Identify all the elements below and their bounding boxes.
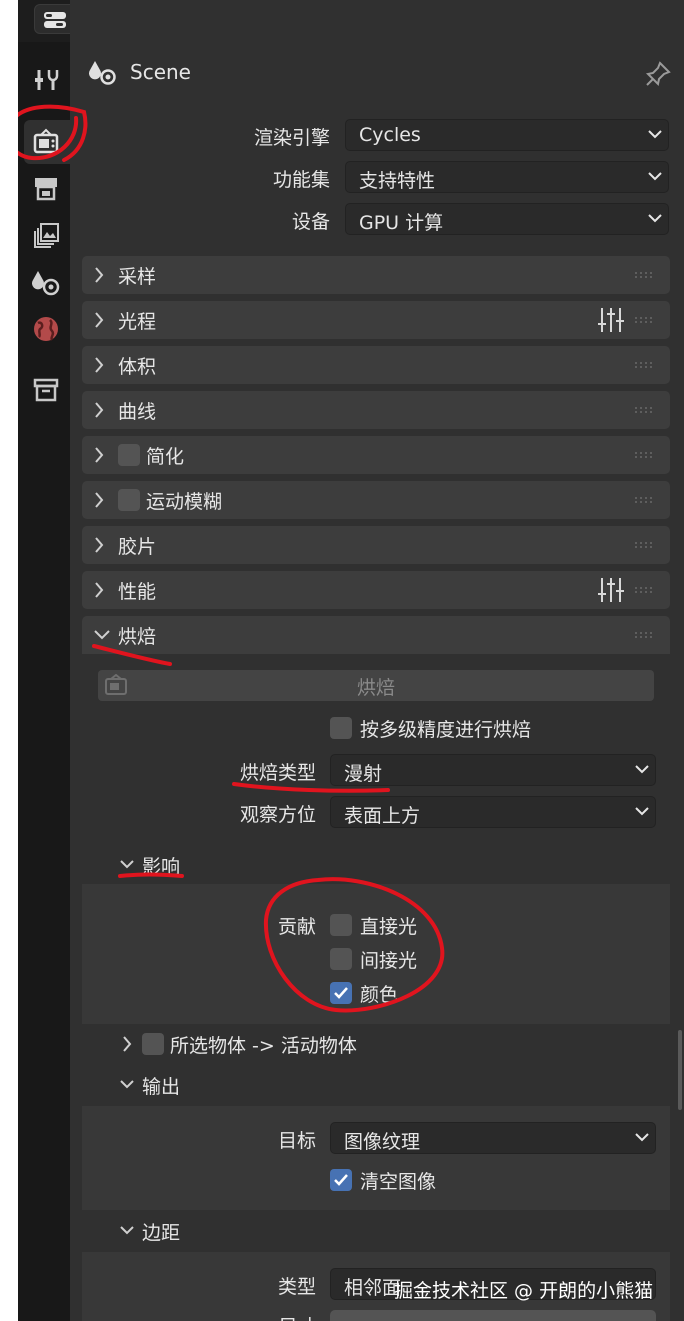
annotation-underline-bake (92, 644, 172, 666)
watermark-text: 掘金技术社区 @ 开朗的小熊猫 (394, 1280, 654, 1302)
annotation-underline-bake-type (232, 782, 390, 793)
annotation-underline-influence (118, 872, 184, 878)
annotation-circle-contribution (263, 877, 445, 1013)
blender-properties-window: 搜索 (18, 0, 684, 1321)
annotation-overlay (18, 104, 445, 1013)
annotation-circle-render-tab (18, 104, 88, 162)
